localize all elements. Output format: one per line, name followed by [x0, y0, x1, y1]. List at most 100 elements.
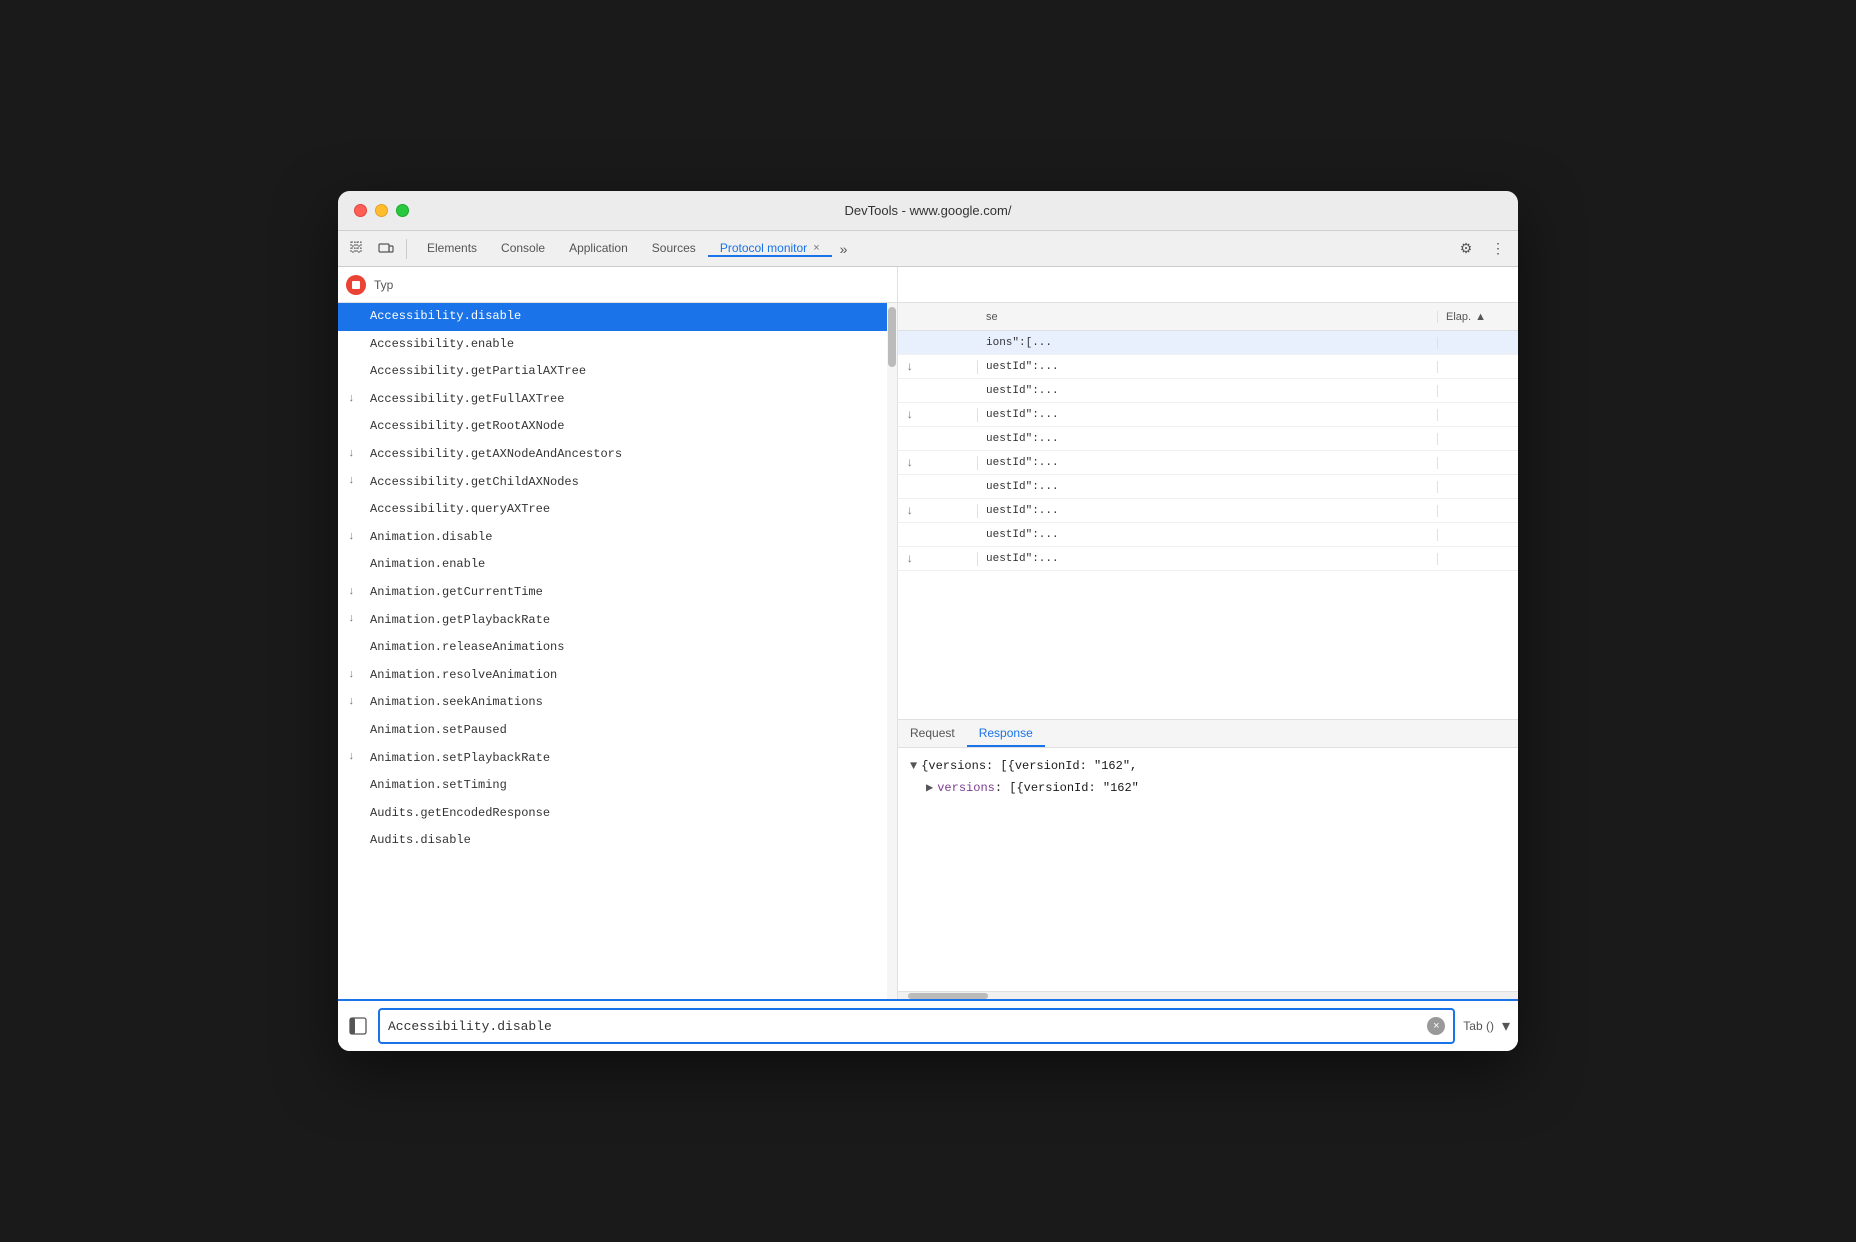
row-method: ↓	[898, 504, 978, 518]
arrow-icon: ↓	[348, 666, 355, 686]
dropdown-arrow-icon[interactable]: ▾	[1502, 1016, 1510, 1036]
row-response: uestId":...	[978, 553, 1438, 565]
details-tab-request[interactable]: Request	[898, 720, 967, 747]
autocomplete-item-audits-encoded[interactable]: Audits.getEncodedResponse	[338, 800, 897, 828]
tree-collapse-icon[interactable]: ▶	[926, 778, 933, 800]
autocomplete-item-anim-playback[interactable]: ↓ Animation.getPlaybackRate	[338, 607, 897, 635]
row-method: ↓	[898, 552, 978, 566]
tab-close-icon[interactable]: ×	[813, 242, 819, 254]
tab-console[interactable]: Console	[489, 241, 557, 257]
row-response: uestId":...	[978, 433, 1438, 445]
table-row[interactable]: ions":[...	[898, 331, 1518, 355]
table-row[interactable]: ↓ uestId":...	[898, 403, 1518, 427]
search-input[interactable]	[906, 278, 1510, 292]
table-row[interactable]: ↓ uestId":...	[898, 355, 1518, 379]
command-input-wrapper: ×	[378, 1008, 1455, 1044]
tab-hint-label: Tab ()	[1463, 1019, 1494, 1033]
autocomplete-list: Accessibility.disable Accessibility.enab…	[338, 303, 897, 999]
arrow-icon: ↓	[348, 472, 355, 492]
autocomplete-item-anim-current[interactable]: ↓ Animation.getCurrentTime	[338, 579, 897, 607]
table-row[interactable]: uestId":...	[898, 427, 1518, 451]
command-input[interactable]	[388, 1019, 1427, 1034]
table-header: se Elap. ▲	[898, 303, 1518, 331]
tab-protocol-monitor[interactable]: Protocol monitor ×	[708, 241, 832, 257]
tree-line-1: ▼ {versions: [{versionId: "162",	[910, 756, 1506, 778]
stop-recording-button[interactable]	[346, 275, 366, 295]
main-content: Typ Accessibility.disable Accessibility.…	[338, 267, 1518, 999]
item-label: Animation.setPlaybackRate	[370, 748, 550, 770]
autocomplete-item-audits-disable[interactable]: Audits.disable	[338, 827, 897, 855]
autocomplete-item-acc-ancestors[interactable]: ↓ Accessibility.getAXNodeAndAncestors	[338, 441, 897, 469]
autocomplete-item-acc-query[interactable]: Accessibility.queryAXTree	[338, 496, 897, 524]
device-emulation-icon[interactable]	[374, 237, 398, 261]
details-content: ▼ {versions: [{versionId: "162", ▶ versi…	[898, 748, 1518, 991]
sidebar-toggle-icon[interactable]	[346, 1014, 370, 1038]
row-response: uestId":...	[978, 361, 1438, 373]
tab-sources[interactable]: Sources	[640, 241, 708, 257]
tab-application[interactable]: Application	[557, 241, 640, 257]
item-label: Accessibility.disable	[370, 306, 521, 328]
autocomplete-item-anim-paused[interactable]: Animation.setPaused	[338, 717, 897, 745]
minimize-button[interactable]	[375, 204, 388, 217]
row-response: uestId":...	[978, 505, 1438, 517]
arrow-icon: ↓	[348, 445, 355, 465]
autocomplete-item-acc-root[interactable]: Accessibility.getRootAXNode	[338, 413, 897, 441]
details-scrollbar-thumb[interactable]	[908, 993, 988, 999]
autocomplete-item-acc-partial[interactable]: Accessibility.getPartialAXTree	[338, 358, 897, 386]
clear-input-button[interactable]: ×	[1427, 1017, 1445, 1035]
item-label: Animation.enable	[370, 554, 485, 576]
row-response: ions":[...	[978, 337, 1438, 349]
title-bar: DevTools - www.google.com/	[338, 191, 1518, 231]
table-row[interactable]: uestId":...	[898, 475, 1518, 499]
autocomplete-item-anim-timing[interactable]: Animation.setTiming	[338, 772, 897, 800]
tree-value: : [{versionId: "162"	[995, 778, 1139, 800]
item-label: Accessibility.queryAXTree	[370, 499, 550, 521]
autocomplete-item-acc-disable[interactable]: Accessibility.disable	[338, 303, 897, 331]
autocomplete-item-anim-rate[interactable]: ↓ Animation.setPlaybackRate	[338, 745, 897, 773]
item-label: Audits.disable	[370, 830, 471, 852]
autocomplete-item-anim-release[interactable]: Animation.releaseAnimations	[338, 634, 897, 662]
settings-icon[interactable]: ⚙	[1454, 237, 1478, 261]
sort-icon[interactable]: ▲	[1475, 311, 1486, 323]
autocomplete-scrollbar[interactable]	[887, 303, 897, 999]
item-label: Animation.getCurrentTime	[370, 582, 543, 604]
details-tab-response[interactable]: Response	[967, 720, 1045, 747]
autocomplete-scrollbar-thumb[interactable]	[888, 307, 896, 367]
row-response: uestId":...	[978, 385, 1438, 397]
autocomplete-item-anim-seek[interactable]: ↓ Animation.seekAnimations	[338, 689, 897, 717]
tree-expand-icon[interactable]: ▼	[910, 756, 917, 778]
toolbar: Elements Console Application Sources Pro…	[338, 231, 1518, 267]
table-row[interactable]: ↓ uestId":...	[898, 499, 1518, 523]
row-response: uestId":...	[978, 409, 1438, 421]
table-row[interactable]: ↓ uestId":...	[898, 547, 1518, 571]
close-button[interactable]	[354, 204, 367, 217]
row-response: uestId":...	[978, 481, 1438, 493]
tab-elements[interactable]: Elements	[415, 241, 489, 257]
row-method: ↓	[898, 360, 978, 374]
item-label: Accessibility.getRootAXNode	[370, 416, 564, 438]
table-row[interactable]: ↓ uestId":...	[898, 451, 1518, 475]
item-label: Accessibility.getAXNodeAndAncestors	[370, 444, 622, 466]
autocomplete-item-anim-resolve[interactable]: ↓ Animation.resolveAnimation	[338, 662, 897, 690]
autocomplete-item-acc-full[interactable]: ↓ Accessibility.getFullAXTree	[338, 386, 897, 414]
item-label: Accessibility.getPartialAXTree	[370, 361, 586, 383]
maximize-button[interactable]	[396, 204, 409, 217]
item-label: Animation.getPlaybackRate	[370, 610, 550, 632]
filter-label: Typ	[374, 278, 393, 292]
traffic-lights	[354, 204, 409, 217]
arrow-icon: ↓	[348, 610, 355, 630]
item-label: Accessibility.getChildAXNodes	[370, 472, 579, 494]
more-tabs-button[interactable]: »	[832, 241, 856, 257]
autocomplete-item-anim-disable[interactable]: ↓ Animation.disable	[338, 524, 897, 552]
search-row	[898, 267, 1518, 303]
autocomplete-item-acc-children[interactable]: ↓ Accessibility.getChildAXNodes	[338, 469, 897, 497]
details-scrollbar[interactable]	[898, 991, 1518, 999]
autocomplete-item-acc-enable[interactable]: Accessibility.enable	[338, 331, 897, 359]
select-element-icon[interactable]	[346, 237, 370, 261]
elapsed-label: Elap.	[1446, 311, 1471, 323]
table-row[interactable]: uestId":...	[898, 523, 1518, 547]
more-options-icon[interactable]: ⋮	[1486, 237, 1510, 261]
table-row[interactable]: uestId":...	[898, 379, 1518, 403]
arrow-icon: ↓	[348, 748, 355, 768]
autocomplete-item-anim-enable[interactable]: Animation.enable	[338, 551, 897, 579]
